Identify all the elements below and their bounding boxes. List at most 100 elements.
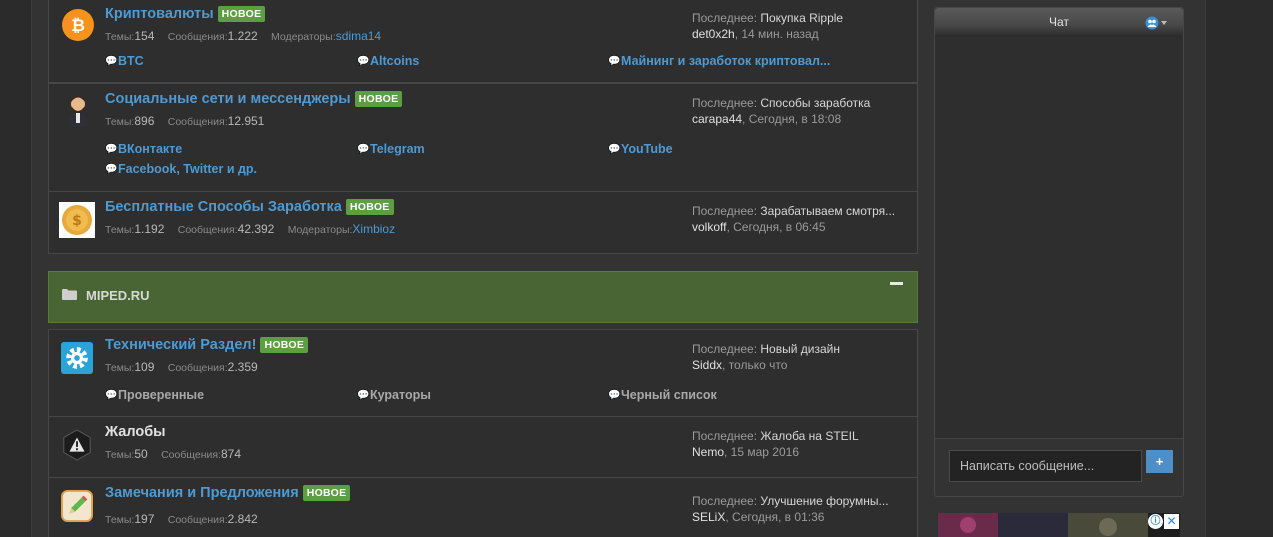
subforum-label[interactable]: Кураторы [370, 388, 431, 402]
forum-node-free-earnings: $ Бесплатные Способы Заработка НОВОЕ Темы… [48, 191, 918, 254]
last-post: Последнее: Способы заработка carapa44, С… [692, 95, 907, 127]
node-stats: Темы:896 Сообщения:12.951 [105, 114, 274, 128]
speech-bubble-icon: 💬 [357, 56, 370, 67]
last-label: Последнее: [692, 96, 758, 110]
last-post: Последнее: Покупка Ripple det0x2h, 14 ми… [692, 10, 907, 42]
chat-messages-area[interactable] [935, 37, 1183, 439]
new-badge: НОВОЕ [354, 91, 403, 107]
node-title-link[interactable]: Криптовалюты НОВОЕ [105, 6, 266, 22]
node-title-link[interactable]: Замечания и Предложения НОВОЕ [105, 485, 351, 501]
last-post-user[interactable]: det0x2h [692, 27, 735, 41]
last-post-user[interactable]: volkoff [692, 220, 726, 234]
node-title-text[interactable]: Замечания и Предложения [105, 485, 299, 501]
last-post-title[interactable]: Улучшение форумны... [760, 494, 888, 508]
chat-header: Чат [935, 8, 1183, 37]
chat-send-button[interactable]: + [1146, 450, 1173, 473]
svg-text:$: $ [72, 213, 82, 229]
messages-label: Сообщения: [161, 449, 221, 461]
last-post-user[interactable]: carapa44 [692, 112, 742, 126]
bitcoin-icon: ₿ [62, 9, 94, 41]
speech-bubble-icon: 💬 [608, 390, 621, 401]
moderator-link[interactable]: sdima14 [336, 29, 381, 43]
subforum-link[interactable]: 💬Telegram [357, 142, 425, 156]
last-post-time: , 15 мар 2016 [724, 445, 799, 459]
forum-node-crypto: ₿ Криптовалюты НОВОЕ Темы:154 Сообщения:1… [48, 0, 918, 83]
speech-bubble-icon: 💬 [608, 144, 621, 155]
node-title-link[interactable]: Технический Раздел! НОВОЕ [105, 337, 309, 353]
node-title-text[interactable]: Социальные сети и мессенджеры [105, 91, 351, 107]
speech-bubble-icon: 💬 [105, 144, 118, 155]
subforum-link[interactable]: 💬Facebook, Twitter и др. [105, 162, 257, 176]
subforum-label[interactable]: YouTube [621, 142, 673, 156]
moderator-link[interactable]: Ximbioz [352, 222, 395, 236]
subforum-link[interactable]: 💬Кураторы [357, 388, 431, 402]
messages-label: Сообщения: [167, 31, 228, 43]
messages-label: Сообщения: [167, 362, 228, 374]
last-post-title[interactable]: Жалоба на STEIL [760, 429, 858, 443]
speech-bubble-icon: 💬 [357, 390, 370, 401]
forum-node-complaints: Жалобы Темы:50 Сообщения:874 Последнее: … [48, 416, 918, 478]
subforum-label[interactable]: Проверенные [118, 388, 204, 402]
last-post-user[interactable]: Siddx [692, 358, 722, 372]
subforum-label[interactable]: Telegram [370, 142, 425, 156]
last-post-time: , 14 мин. назад [734, 27, 819, 41]
last-post-title[interactable]: Новый дизайн [760, 342, 840, 356]
threads-count: 197 [134, 512, 155, 526]
node-stats: Темы:1.192 Сообщения:42.392 Модераторы:X… [105, 222, 395, 236]
collapse-icon[interactable] [890, 282, 903, 285]
last-post-user[interactable]: Nemo [692, 445, 724, 459]
messages-count: 2.842 [227, 512, 258, 526]
last-label: Последнее: [692, 342, 758, 356]
subforum-label[interactable]: Черный список [621, 388, 717, 402]
new-badge: НОВОЕ [302, 485, 351, 501]
category-title[interactable]: MIPED.RU [86, 288, 150, 303]
subforum-label[interactable]: BTC [118, 54, 144, 68]
user-avatar-icon [68, 95, 88, 127]
last-post: Последнее: Улучшение форумны... SELiX, С… [692, 493, 907, 525]
node-title-text[interactable]: Бесплатные Способы Заработка [105, 199, 342, 215]
last-post: Последнее: Зарабатываем смотря... volkof… [692, 203, 907, 235]
last-post-title[interactable]: Способы заработка [760, 96, 870, 110]
moderators-label: Модераторы: [287, 224, 353, 236]
messages-count: 1.222 [227, 29, 258, 43]
subforum-link[interactable]: 💬Черный список [608, 388, 717, 402]
category-header: MIPED.RU [48, 271, 918, 323]
subforum-link[interactable]: 💬Проверенные [105, 388, 204, 402]
ad-close-icon[interactable]: ✕ [1164, 514, 1179, 529]
node-title-text[interactable]: Технический Раздел! [105, 337, 256, 353]
ad-info-icon[interactable]: ⓘ [1148, 514, 1163, 529]
last-post-title[interactable]: Покупка Ripple [760, 11, 843, 25]
subforum-label[interactable]: Майнинг и заработок криптовал... [621, 54, 830, 68]
last-post: Последнее: Новый дизайн Siddx, только чт… [692, 341, 907, 373]
ad-banner[interactable]: ⓘ ✕ [938, 513, 1180, 537]
subforum-link[interactable]: 💬BTC [105, 54, 144, 68]
chat-users-dropdown-icon[interactable] [1145, 16, 1169, 30]
subforum-link[interactable]: 💬YouTube [608, 142, 673, 156]
ad-image[interactable] [938, 513, 1148, 537]
node-title-text[interactable]: Криптовалюты [105, 6, 214, 22]
subforum-label[interactable]: Altcoins [370, 54, 419, 68]
subforum-label[interactable]: Facebook, Twitter и др. [118, 162, 257, 176]
last-post-title[interactable]: Зарабатываем смотря... [760, 204, 895, 218]
forum-node-tech: Технический Раздел! НОВОЕ Темы:109 Сообще… [48, 329, 918, 417]
node-title-link[interactable]: Социальные сети и мессенджеры НОВОЕ [105, 91, 403, 107]
threads-label: Темы: [105, 31, 135, 43]
node-stats: Темы:50 Сообщения:874 [105, 447, 251, 461]
last-label: Последнее: [692, 204, 758, 218]
subforum-link[interactable]: 💬ВКонтакте [105, 142, 182, 156]
new-badge: НОВОЕ [345, 199, 394, 215]
node-title-text[interactable]: Жалобы [105, 424, 166, 440]
subforum-link[interactable]: 💬Altcoins [357, 54, 419, 68]
threads-label: Темы: [105, 362, 135, 374]
forum-node-social: Социальные сети и мессенджеры НОВОЕ Темы:… [48, 83, 918, 192]
node-title-link[interactable]: Жалобы [105, 424, 166, 440]
subforum-link[interactable]: 💬Майнинг и заработок криптовал... [608, 54, 830, 68]
messages-count: 42.392 [237, 222, 275, 236]
subforum-label[interactable]: ВКонтакте [118, 142, 182, 156]
last-post-user[interactable]: SELiX [692, 510, 725, 524]
threads-count: 50 [134, 447, 148, 461]
chat-message-input[interactable] [949, 450, 1142, 482]
threads-count: 109 [134, 360, 155, 374]
node-title-link[interactable]: Бесплатные Способы Заработка НОВОЕ [105, 199, 394, 215]
node-stats: Темы:197 Сообщения:2.842 [105, 512, 268, 526]
